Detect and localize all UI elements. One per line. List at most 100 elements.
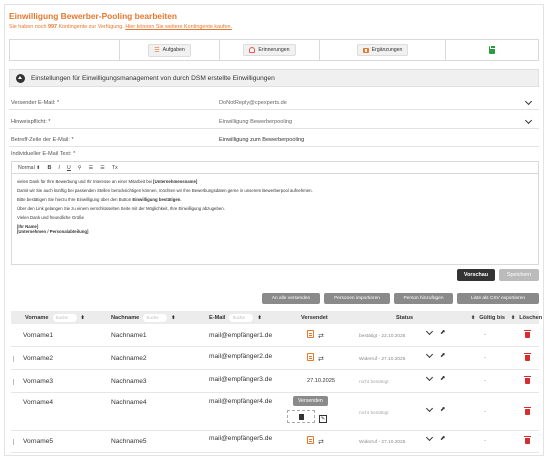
cell-nachname: Nachname2 xyxy=(111,355,147,362)
sort-icon[interactable]: ⬍ xyxy=(471,315,475,321)
pin-icon[interactable]: ⬈ xyxy=(440,375,445,382)
status-dropdown[interactable]: ⬈ xyxy=(425,350,445,359)
editor-paragraph: Über den Link gelangen Sie zu einem vers… xyxy=(17,205,225,211)
send-button[interactable]: Versenden xyxy=(293,396,328,406)
swap-icon[interactable]: ⇄ xyxy=(318,439,324,446)
status-dropdown[interactable]: ⬈ xyxy=(425,327,445,336)
swap-icon[interactable]: ⇄ xyxy=(318,356,324,363)
pin-icon[interactable]: ⬈ xyxy=(440,329,445,336)
row-handle[interactable] xyxy=(13,356,14,362)
ordered-list-icon[interactable]: ☰ xyxy=(89,165,94,171)
trash-icon[interactable] xyxy=(524,353,531,361)
export-csv-button[interactable]: Liste als CSV exportieren xyxy=(457,293,539,304)
tab-aufgaben[interactable]: ☰ Aufgaben xyxy=(148,43,191,57)
status-dropdown[interactable]: ⬈ xyxy=(425,373,445,382)
save-button[interactable]: Speichern xyxy=(499,269,539,281)
cell-vorname: Vorname1 xyxy=(23,332,54,339)
cell-loeschen xyxy=(524,353,531,363)
editor-paragraph: Vielen Dank und freundliche Grüße xyxy=(17,214,85,220)
status-dropdown[interactable]: ⬈ xyxy=(425,404,445,413)
sign-icon[interactable]: ✎ xyxy=(319,414,327,423)
add-person-button[interactable]: Person hinzufügen xyxy=(394,293,453,304)
table-row[interactable]: Vorname2 Nachname2 mail@empfänger2.de ⇄ … xyxy=(11,347,539,370)
tab-clipboard-cell xyxy=(446,40,538,60)
editor-signature: [Ihr Name] [Unternehmen / Personalabteil… xyxy=(17,223,89,235)
notice-select[interactable]: Einwilligung Bewerberpooling xyxy=(219,116,539,125)
email-search-input[interactable]: Suche xyxy=(229,313,254,322)
cell-vorname: Vorname5 xyxy=(23,438,54,445)
swap-icon[interactable]: ⇄ xyxy=(318,333,324,340)
cell-status: Widerruf - 27.10.2025 xyxy=(359,357,406,362)
sort-icon[interactable]: ⬍ xyxy=(511,315,515,321)
upload-dropzone[interactable] xyxy=(287,410,315,423)
col-loeschen: ⬍ Löschen xyxy=(511,314,543,321)
cell-nachname: Nachname4 xyxy=(111,399,147,406)
cell-nachname: Nachname1 xyxy=(111,332,147,339)
send-all-button[interactable]: An alle versenden xyxy=(262,293,320,304)
upload-area[interactable]: ✎ xyxy=(287,410,327,423)
chevron-down-icon[interactable] xyxy=(425,373,434,382)
chevron-down-icon[interactable] xyxy=(524,97,533,105)
sort-icon[interactable]: ⬍ xyxy=(257,315,261,321)
trash-icon[interactable] xyxy=(524,436,531,444)
trash-icon[interactable] xyxy=(524,407,531,415)
chevron-down-icon[interactable] xyxy=(425,327,434,336)
chevron-down-icon[interactable] xyxy=(425,404,434,413)
sort-icon[interactable]: ⬍ xyxy=(81,315,85,321)
row-handle[interactable] xyxy=(13,379,14,385)
pin-icon[interactable]: ⬈ xyxy=(440,352,445,359)
table-row[interactable]: Vorname5 Nachname5 mail@empfänger5.de ⇄ … xyxy=(11,431,539,453)
cell-gueltig: - xyxy=(484,409,486,415)
table-row[interactable]: Vorname3 Nachname3 mail@empfänger3.de 27… xyxy=(11,370,539,393)
nachname-search-input[interactable]: Suche xyxy=(143,313,168,322)
tab-bar: ☰ Aufgaben Erinnerungen Ergänzungen xyxy=(9,39,539,61)
bullet-list-icon[interactable]: ☰ xyxy=(100,165,105,171)
buy-quota-link[interactable]: Hier können Sie weitere Kontingente kauf… xyxy=(125,24,232,30)
clear-format-icon[interactable]: Tx xyxy=(112,165,118,171)
editor-paragraph: vielen Dank für Ihre Bewerbung und Ihr I… xyxy=(17,179,198,184)
pin-icon[interactable]: ⬈ xyxy=(440,435,445,442)
trash-icon[interactable] xyxy=(524,376,531,384)
chevron-down-icon[interactable] xyxy=(425,433,434,442)
list-icon: ☰ xyxy=(154,47,160,54)
document-icon[interactable] xyxy=(307,353,314,361)
row-handle[interactable] xyxy=(13,439,14,445)
cell-email: mail@empfänger1.de xyxy=(209,332,273,339)
cell-nachname: Nachname3 xyxy=(111,378,147,385)
pin-icon[interactable]: ⬈ xyxy=(440,406,445,413)
table-row[interactable]: Vorname1 Nachname1 mail@empfänger1.de ⇄ … xyxy=(11,324,539,347)
underline-button[interactable]: U xyxy=(67,165,71,171)
email-text-editor[interactable]: Normal ⬍ B I U ⚲ ☰ ☰ Tx vielen Dank für … xyxy=(11,161,539,265)
trash-icon[interactable] xyxy=(524,330,531,338)
sort-icon[interactable]: ⬍ xyxy=(171,315,175,321)
tab-erinnerungen-cell: Erinnerungen xyxy=(220,40,320,60)
format-select[interactable]: Normal ⬍ xyxy=(18,165,41,171)
preview-button[interactable]: Vorschau xyxy=(457,269,495,281)
import-people-button[interactable]: Personen importieren xyxy=(324,293,390,304)
table-row[interactable]: Vorname4 Nachname4 mail@empfänger4.de Ve… xyxy=(11,393,539,431)
cell-loeschen xyxy=(524,376,531,386)
subject-input[interactable]: Einwilligung zum Bewerberpooling xyxy=(219,137,539,143)
clipboard-icon[interactable] xyxy=(489,45,496,54)
bold-button[interactable]: B xyxy=(48,165,52,171)
link-icon[interactable]: ⚲ xyxy=(78,165,82,171)
chevron-down-icon[interactable] xyxy=(425,350,434,359)
collapse-icon[interactable] xyxy=(16,73,25,83)
italic-button[interactable]: I xyxy=(58,165,60,171)
status-dropdown[interactable]: ⬈ xyxy=(425,433,445,442)
settings-toggle[interactable]: Einstellungen für Einwilligungsmanagemen… xyxy=(9,69,539,87)
cell-gueltig: - xyxy=(484,355,486,361)
cell-gueltig: - xyxy=(484,332,486,338)
editor-content[interactable]: vielen Dank für Ihre Bewerbung und Ihr I… xyxy=(12,174,538,239)
sender-select[interactable]: DoNotReply@cpexperts.de xyxy=(219,97,539,106)
cell-vorname: Vorname4 xyxy=(23,399,54,406)
tab-erinnerungen[interactable]: Erinnerungen xyxy=(243,44,296,56)
chevron-down-icon[interactable] xyxy=(524,116,533,124)
cell-versendet: Versenden xyxy=(293,396,328,406)
cell-loeschen xyxy=(524,407,531,417)
document-icon[interactable] xyxy=(307,330,314,338)
col-nachname: Nachname Suche ⬍ xyxy=(111,313,176,322)
document-icon[interactable] xyxy=(307,436,314,444)
tab-ergaenzungen[interactable]: Ergänzungen xyxy=(356,44,409,56)
vorname-search-input[interactable]: Suche xyxy=(52,313,77,322)
